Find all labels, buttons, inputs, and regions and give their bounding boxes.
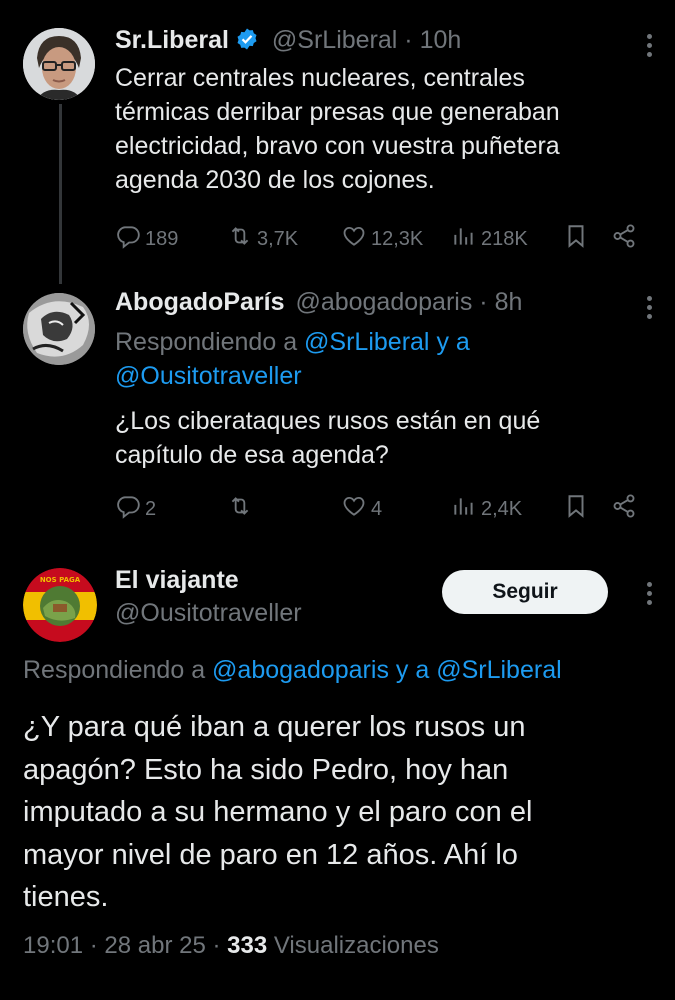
display-name[interactable]: El viajante	[115, 566, 302, 595]
tweet-text-line: imputado a su hermano y el paro con el	[23, 796, 533, 828]
tweet-text: Cerrar centrales nucleares, centrales té…	[115, 61, 655, 197]
more-icon[interactable]	[647, 296, 653, 323]
share-icon	[611, 223, 637, 255]
tweet-text-line: térmicas derribar presas que generaban	[115, 98, 560, 126]
avatar-abogadoparis[interactable]	[23, 293, 95, 365]
bookmark-icon	[563, 493, 589, 525]
tweet-timestamp[interactable]: 19:01 · 28 abr 25 ·	[23, 932, 220, 959]
separator-dot: ·	[479, 288, 488, 316]
avatar-flag-icon: NOS PAGA	[23, 568, 97, 642]
avatar-sketch-icon	[23, 293, 95, 365]
tweet-header: Sr.Liberal @SrLiberal · 10h	[115, 26, 461, 58]
handle[interactable]: @SrLiberal	[272, 26, 397, 54]
like-icon	[341, 493, 367, 525]
svg-text:NOS PAGA: NOS PAGA	[40, 576, 81, 584]
avatar-srliberal[interactable]	[23, 28, 95, 100]
tweet-srliberal[interactable]: Sr.Liberal @SrLiberal · 10h Cerrar centr…	[0, 0, 675, 284]
replying-to: Respondiendo a @SrLiberal y a @Ousitotra…	[115, 325, 655, 393]
replying-join: y a	[436, 328, 470, 356]
more-icon[interactable]	[647, 34, 653, 61]
tweet-text-line: capítulo de esa agenda?	[115, 441, 389, 469]
replying-prefix: Respondiendo a	[23, 656, 206, 684]
views-count: 2,4K	[481, 497, 523, 520]
more-icon[interactable]	[647, 582, 653, 609]
retweet-button[interactable]	[227, 492, 257, 526]
views-button[interactable]: 218K	[451, 222, 528, 256]
bookmark-icon	[563, 223, 589, 255]
retweet-icon	[227, 493, 253, 525]
thread-line	[59, 104, 62, 284]
mention-link[interactable]: @SrLiberal	[304, 328, 429, 356]
bookmark-button[interactable]	[563, 222, 589, 256]
replying-join: y a	[395, 656, 430, 684]
display-name[interactable]: Sr.Liberal	[115, 26, 229, 54]
tweet-abogadoparis[interactable]: AbogadoParís @abogadoparis · 8h Respondi…	[0, 280, 675, 550]
action-bar: 189 3,7K 12,3K 218K	[115, 222, 645, 256]
tweet-text-line: mayor nivel de paro en 12 años. Ahí lo	[23, 838, 518, 871]
views-count: 333	[227, 932, 268, 959]
share-button[interactable]	[611, 222, 637, 256]
tweet-meta: 19:01 · 28 abr 25 · 333 Visualizaciones	[23, 932, 439, 960]
handle[interactable]: @Ousitotraveller	[115, 599, 302, 628]
timestamp[interactable]: 10h	[420, 26, 462, 54]
tweet-text-line: tienes.	[23, 881, 109, 913]
tweet-text-line: ¿Y para qué iban a querer los rusos un	[23, 711, 526, 743]
tweet-text: ¿Y para qué iban a querer los rusos un a…	[23, 706, 663, 919]
views-label: Visualizaciones	[273, 932, 439, 959]
verified-badge-icon	[235, 27, 259, 58]
timestamp[interactable]: 8h	[495, 288, 523, 316]
mention-link[interactable]: @SrLiberal	[436, 656, 561, 684]
tweet-text-line: apagón? Esto ha sido Pedro, hoy han	[23, 753, 509, 786]
tweet-text-line: ¿Los ciberataques rusos están en qué	[115, 407, 541, 435]
reply-button[interactable]: 189	[115, 222, 178, 256]
handle[interactable]: @abogadoparis	[295, 288, 472, 316]
avatar-elviajante[interactable]: NOS PAGA	[23, 568, 97, 642]
like-button[interactable]: 12,3K	[341, 222, 423, 256]
follow-button[interactable]: Seguir	[442, 570, 608, 614]
tweet-header: AbogadoParís @abogadoparis · 8h	[115, 288, 522, 317]
tweet-text-line: Cerrar centrales nucleares, centrales	[115, 64, 525, 92]
share-button[interactable]	[611, 492, 637, 526]
bookmark-button[interactable]	[563, 492, 589, 526]
tweet-header: El viajante @Ousitotraveller	[115, 566, 302, 628]
share-icon	[611, 493, 637, 525]
reply-count: 2	[145, 497, 157, 520]
replying-prefix: Respondiendo a	[115, 328, 298, 356]
views-count: 218K	[481, 227, 528, 250]
like-count: 12,3K	[371, 227, 424, 250]
mention-link[interactable]: @abogadoparis	[212, 656, 389, 684]
views-icon	[451, 493, 477, 525]
like-button[interactable]: 4	[341, 492, 382, 526]
tweet-text: ¿Los ciberataques rusos están en qué cap…	[115, 404, 655, 472]
display-name[interactable]: AbogadoParís	[115, 288, 284, 316]
like-icon	[341, 223, 367, 255]
separator-dot: ·	[404, 26, 413, 54]
reply-count: 189	[145, 227, 179, 250]
like-count: 4	[371, 497, 383, 520]
reply-icon	[115, 493, 141, 525]
views-button[interactable]: 2,4K	[451, 492, 522, 526]
retweet-icon	[227, 223, 253, 255]
retweet-button[interactable]: 3,7K	[227, 222, 298, 256]
tweet-text-line: electricidad, bravo con vuestra puñetera	[115, 132, 560, 160]
replying-to: Respondiendo a @abogadoparis y a @SrLibe…	[23, 656, 562, 685]
views-icon	[451, 223, 477, 255]
tweet-text-line: agenda 2030 de los cojones.	[115, 166, 435, 194]
reply-button[interactable]: 2	[115, 492, 156, 526]
retweet-count: 3,7K	[257, 227, 299, 250]
mention-link[interactable]: @Ousitotraveller	[115, 362, 302, 390]
action-bar: 2 4 2,4K	[115, 492, 645, 526]
tweet-elviajante[interactable]: NOS PAGA El viajante @Ousitotraveller Se…	[0, 550, 675, 1000]
reply-icon	[115, 223, 141, 255]
avatar-portrait-icon	[23, 28, 95, 100]
